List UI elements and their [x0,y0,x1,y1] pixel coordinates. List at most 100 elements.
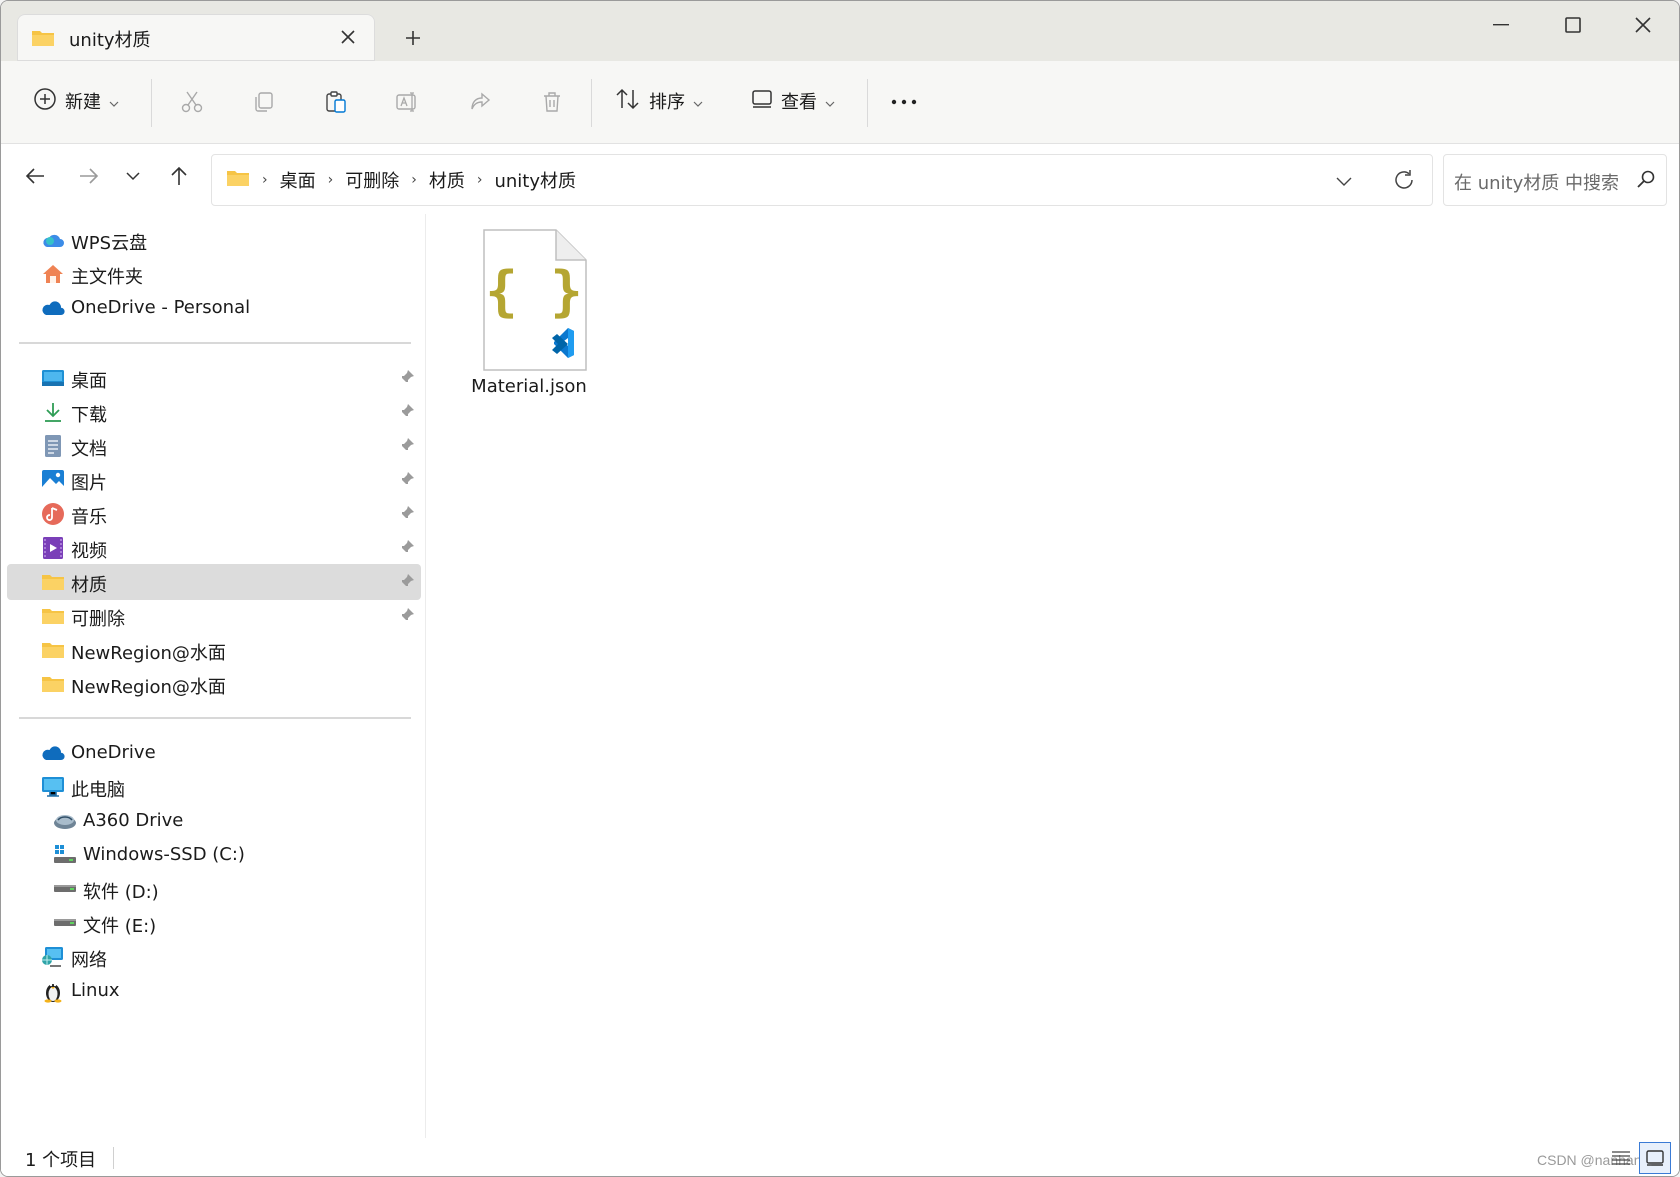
sidebar-item-newregion-water-2[interactable]: NewRegion@水面 [7,666,421,702]
sidebar-item-onedrive-personal[interactable]: OneDrive - Personal [7,290,421,326]
chevron-down-icon [109,91,119,112]
sidebar-item-drive-d[interactable]: 软件 (D:) [7,871,421,907]
address-bar[interactable]: › 桌面 › 可删除 › 材质 › unity材质 [211,154,1433,206]
file-item[interactable]: { } Material.json [466,228,592,397]
view-icon [751,88,773,115]
download-icon [41,400,65,424]
pin-icon[interactable] [399,573,415,594]
close-window-button[interactable] [1611,5,1675,45]
status-bar: 1 个项目 CSDN @nanhan [1,1138,1679,1176]
toolbar-divider [591,79,592,127]
sidebar-item-home[interactable]: 主文件夹 [7,256,421,292]
view-button[interactable]: 查看 [751,79,835,123]
tab-unity-material[interactable]: unity材质 [17,14,375,61]
pin-icon[interactable] [399,607,415,628]
sidebar-item-label: 音乐 [71,507,107,528]
toolbar-divider [867,79,868,127]
details-view-button[interactable] [1607,1144,1635,1172]
file-list-pane: { } Material.json [426,214,1679,1138]
file-explorer-window: unity材质 新建 排序 查看 › 桌面 › 可删除 › 材质 › unity… [0,0,1680,1177]
maximize-button[interactable] [1541,5,1605,45]
address-history-dropdown[interactable] [1330,167,1358,195]
forward-button[interactable] [71,158,107,194]
sidebar-item-music[interactable]: 音乐 [7,496,421,532]
new-label: 新建 [65,92,101,113]
folder-icon [41,604,65,628]
sidebar-item-label: 主文件夹 [71,267,143,288]
sidebar-item-this-pc[interactable]: 此电脑 [7,769,421,805]
chevron-right-icon: › [262,172,268,188]
sidebar-item-documents[interactable]: 文档 [7,428,421,464]
pin-icon[interactable] [399,403,415,424]
chevron-right-icon: › [327,172,334,188]
up-button[interactable] [161,158,197,194]
copy-icon[interactable] [247,85,281,119]
pin-icon[interactable] [399,505,415,526]
sidebar-item-deletable[interactable]: 可删除 [7,598,421,634]
sidebar-item-label: 此电脑 [71,780,125,801]
folder-icon [31,28,55,52]
breadcrumb-unity-material[interactable]: unity材质 [494,167,576,193]
share-icon[interactable] [463,85,497,119]
status-divider [113,1147,114,1169]
search-placeholder: 在 unity材质 中搜索 [1454,173,1619,194]
sidebar-item-windows-ssd[interactable]: Windows-SSD (C:) [7,837,421,873]
sidebar-item-linux[interactable]: Linux [7,973,421,1009]
pin-icon[interactable] [399,369,415,390]
new-button[interactable]: 新建 [33,79,119,123]
close-tab-icon[interactable] [335,24,361,50]
address-row: › 桌面 › 可删除 › 材质 › unity材质 在 unity材质 中搜索 [1,144,1679,214]
sidebar-item-desktop[interactable]: 桌面 [7,360,421,396]
sidebar-item-label: OneDrive [71,742,156,763]
pin-icon[interactable] [399,539,415,560]
cloud-icon [41,228,65,252]
search-input[interactable]: 在 unity材质 中搜索 [1443,154,1667,206]
refresh-button[interactable] [1390,166,1418,194]
pin-icon[interactable] [399,471,415,492]
search-icon[interactable] [1636,169,1656,193]
delete-icon[interactable] [535,85,569,119]
sidebar-item-label: A360 Drive [83,810,184,831]
item-count: 1 个项目 [25,1150,97,1171]
title-bar: unity材质 [1,1,1679,61]
cut-icon[interactable] [175,85,209,119]
view-label: 查看 [781,92,817,113]
command-bar: 新建 排序 查看 [1,61,1679,144]
pin-icon[interactable] [399,437,415,458]
sort-button[interactable]: 排序 [615,79,703,123]
sidebar-item-wps-cloud[interactable]: WPS云盘 [7,222,421,258]
sidebar-item-label: Windows-SSD (C:) [83,844,245,865]
recent-locations-button[interactable] [115,158,151,194]
sidebar-divider [19,717,411,719]
sidebar-item-a360-drive[interactable]: A360 Drive [7,803,421,839]
document-icon [41,434,65,458]
chevron-down-icon [693,91,703,112]
folder-icon [226,168,250,193]
sidebar-item-pictures[interactable]: 图片 [7,462,421,498]
music-icon [41,502,65,526]
paste-icon[interactable] [319,85,353,119]
drive-icon [53,911,77,935]
minimize-button[interactable] [1469,5,1533,45]
rename-icon[interactable] [391,85,425,119]
sidebar-divider [19,342,411,344]
breadcrumb-deletable[interactable]: 可删除 [345,167,399,193]
home-icon [41,262,65,286]
sidebar-item-material[interactable]: 材质 [7,564,421,600]
a360-drive-icon [53,809,77,833]
new-tab-button[interactable] [396,23,430,53]
navigation-pane: WPS云盘 主文件夹 OneDrive - Personal 桌面 下载 文档 … [1,214,426,1138]
sidebar-item-newregion-water-1[interactable]: NewRegion@水面 [7,632,421,668]
breadcrumb-material[interactable]: 材质 [429,167,465,193]
sidebar-item-videos[interactable]: 视频 [7,530,421,566]
sidebar-item-onedrive[interactable]: OneDrive [7,735,421,771]
sidebar-item-network[interactable]: 网络 [7,939,421,975]
sidebar-item-downloads[interactable]: 下载 [7,394,421,430]
plus-circle-icon [33,87,57,116]
back-button[interactable] [17,158,53,194]
sidebar-item-drive-e[interactable]: 文件 (E:) [7,905,421,941]
more-options-button[interactable] [887,85,921,119]
large-icons-view-button[interactable] [1639,1142,1671,1174]
breadcrumb-desktop[interactable]: 桌面 [280,167,316,193]
chevron-right-icon: › [411,172,417,188]
